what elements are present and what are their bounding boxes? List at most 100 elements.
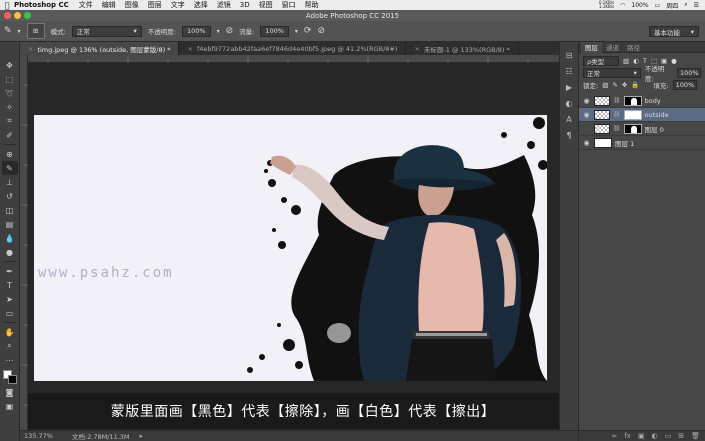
add-mask-icon[interactable]: ▣ [638,432,645,440]
mode-select[interactable]: 正常 ▾ [71,25,142,37]
screen-mode-icon[interactable]: ▣ [2,399,18,413]
lock-position-icon[interactable]: ✥ [622,81,627,89]
layer-name[interactable]: 图层 0 [645,124,664,134]
lock-transparent-icon[interactable]: ▧ [602,81,608,89]
menu-window[interactable]: 窗口 [282,0,296,10]
paragraph-panel-icon[interactable]: ¶ [562,128,576,142]
app-menu[interactable]: Photoshop CC [14,1,69,9]
wifi-icon[interactable]: ◠ [620,2,625,9]
new-layer-icon[interactable]: ⊞ [678,432,684,440]
doc-tab-3[interactable]: × 未标题-1 @ 133%(RGB/8) * [406,42,519,55]
tab-channels[interactable]: 通道 [602,42,623,52]
layer-mask-thumbnail[interactable] [623,123,642,134]
history-panel-icon[interactable]: ⊟ [562,48,576,62]
layer-thumbnail[interactable] [594,95,610,106]
gradient-tool-icon[interactable]: ▤ [2,217,18,231]
vertical-ruler[interactable] [20,55,28,430]
link-icon[interactable]: ⛓ [613,97,621,104]
pen-tool-icon[interactable]: ✒ [2,264,18,278]
more-tools-icon[interactable]: ⋯ [2,353,18,367]
brush-tool-icon[interactable]: ✎ [4,26,12,36]
blur-tool-icon[interactable]: 💧 [2,231,18,245]
layer-name[interactable]: 图层 1 [615,138,634,148]
quick-select-tool-icon[interactable]: ✧ [2,100,18,114]
minimize-window-button[interactable] [14,12,21,19]
dodge-tool-icon[interactable]: ● [2,245,18,259]
layer-mask-thumbnail[interactable] [623,95,642,106]
background-color-swatch[interactable] [7,375,17,384]
layer-name[interactable]: outside [645,111,669,119]
brush-panel-toggle-icon[interactable]: ⊞ [26,23,45,39]
history-brush-tool-icon[interactable]: ↺ [2,189,18,203]
trash-icon[interactable]: 🗑 [691,432,700,440]
battery-level[interactable]: 100% [631,2,648,9]
search-icon[interactable]: ⌕ [684,1,687,9]
doc-tab-1[interactable]: × timg.jpeg @ 136% (outside, 图层蒙版/8) * [20,42,180,55]
blend-mode-select[interactable]: 正常 ▾ [583,68,641,78]
close-icon[interactable]: × [414,45,419,53]
airbrush-icon[interactable]: ⟳ [304,26,312,36]
layer-row-layer1[interactable]: ◉ 图层 1 [579,136,705,150]
apple-menu-icon[interactable]:  [0,1,14,10]
layer-thumbnail[interactable] [594,137,612,148]
menu-edit[interactable]: 编辑 [102,0,116,10]
layer-thumbnail[interactable] [594,109,610,120]
flow-input[interactable]: 100% [260,25,289,37]
eyedropper-tool-icon[interactable]: ✐ [2,128,18,142]
chevron-down-icon[interactable]: ▾ [217,28,220,35]
zoom-window-button[interactable] [24,12,31,19]
close-window-button[interactable] [4,12,11,19]
crop-tool-icon[interactable]: ⌗ [2,114,18,128]
layer-thumbnail[interactable] [594,123,610,134]
eraser-tool-icon[interactable]: ◫ [2,203,18,217]
link-icon[interactable]: ⛓ [613,111,621,118]
eye-icon[interactable]: ◉ [582,111,591,119]
adjustment-layer-icon[interactable]: ◐ [652,432,658,440]
menu-file[interactable]: 文件 [79,0,93,10]
rectangle-tool-icon[interactable]: ▭ [2,306,18,320]
opacity-input[interactable]: 100% [181,25,211,37]
layer-row-layer0[interactable]: ⛓ 图层 0 [579,122,705,136]
path-select-tool-icon[interactable]: ➤ [2,292,18,306]
menu-help[interactable]: 帮助 [305,0,319,10]
brush-tool-icon[interactable]: ✎ [1,161,18,175]
horizontal-ruler[interactable] [28,55,578,63]
layer-opacity-input[interactable]: 100% [677,68,701,78]
fx-icon[interactable]: fx [624,432,631,440]
battery-icon[interactable]: ▭ [655,2,661,9]
clone-stamp-tool-icon[interactable]: ⊥ [2,175,18,189]
close-icon[interactable]: × [28,45,33,53]
pressure-opacity-icon[interactable]: ⊘ [226,26,234,36]
zoom-level[interactable]: 135.77% [24,432,62,440]
type-tool-icon[interactable]: T [2,278,18,292]
layer-row-outside[interactable]: ◉ ⛓ outside [579,108,705,122]
menu-select[interactable]: 选择 [194,0,208,10]
color-swatches[interactable] [2,369,18,385]
brush-preset-dropdown[interactable]: ▾ [18,28,21,35]
pressure-size-icon[interactable]: ⊘ [317,26,325,36]
marquee-tool-icon[interactable]: ⬚ [2,72,18,86]
eye-icon[interactable]: ◉ [582,97,591,105]
tab-paths[interactable]: 路径 [623,42,644,52]
adjustments-panel-icon[interactable]: ◐ [562,96,576,110]
close-icon[interactable]: × [187,45,192,53]
doc-tab-2[interactable]: × f4ebf9772abb42faa6ef7846d4e40bf5.jpeg … [179,42,407,55]
filter-adjust-icon[interactable]: ◐ [633,57,639,65]
new-group-icon[interactable]: ▭ [665,432,672,440]
zoom-tool-icon[interactable]: ⌕ [2,339,18,353]
menu-type[interactable]: 文字 [171,0,185,10]
document-canvas[interactable]: www.psahz.com [34,115,547,381]
link-layers-icon[interactable]: ∞ [611,432,617,440]
lasso-tool-icon[interactable]: ➰ [2,86,18,100]
lock-all-icon[interactable]: 🔒 [631,81,639,89]
character-panel-icon[interactable]: A [562,112,576,126]
link-icon[interactable]: ⛓ [613,125,621,132]
menu-view[interactable]: 视图 [259,0,273,10]
menu-image[interactable]: 图像 [125,0,139,10]
properties-panel-icon[interactable]: ☷ [562,64,576,78]
chevron-right-icon[interactable]: ▸ [140,432,143,440]
move-tool-icon[interactable]: ✥ [2,58,18,72]
healing-brush-tool-icon[interactable]: ⊕ [2,147,18,161]
menu-3d[interactable]: 3D [240,1,250,9]
menu-list-icon[interactable]: ☰ [694,2,699,9]
